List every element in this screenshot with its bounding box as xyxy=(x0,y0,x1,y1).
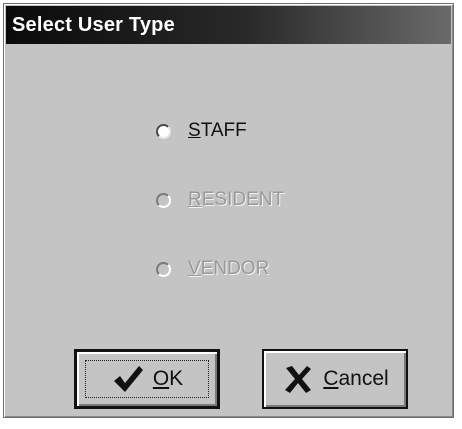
radio-option-staff[interactable]: STAFF xyxy=(156,117,284,186)
radio-button-staff[interactable] xyxy=(156,124,171,139)
cancel-button-label: Cancel xyxy=(323,367,388,391)
radio-label-staff[interactable]: STAFF xyxy=(188,117,247,145)
radio-button-vendor xyxy=(156,262,171,277)
label-rest-staff: TAFF xyxy=(200,120,247,141)
radio-button-resident xyxy=(156,193,171,208)
title-bar[interactable]: Select User Type xyxy=(6,6,451,44)
x-icon xyxy=(285,366,312,393)
user-type-radio-group: STAFF RESIDENT VENDOR xyxy=(156,117,284,324)
ok-button[interactable]: OK xyxy=(74,349,220,409)
radio-option-resident: RESIDENT xyxy=(156,186,284,255)
cancel-button[interactable]: Cancel xyxy=(262,349,408,409)
radio-label-resident: RESIDENT xyxy=(188,186,284,214)
label-rest-vendor: ENDOR xyxy=(200,258,270,279)
mnemonic-s: S xyxy=(188,120,201,141)
cancel-label-rest: ancel xyxy=(338,367,389,390)
mnemonic-c: C xyxy=(323,367,339,390)
select-user-type-dialog: Select User Type STAFF RESIDENT VENDOR O… xyxy=(3,3,454,418)
mnemonic-v: V xyxy=(188,258,201,279)
label-rest-resident: ESIDENT xyxy=(201,189,285,210)
radio-option-vendor: VENDOR xyxy=(156,255,284,324)
radio-label-vendor: VENDOR xyxy=(188,255,269,283)
dialog-title: Select User Type xyxy=(12,13,175,36)
mnemonic-r: R xyxy=(188,189,202,210)
focus-rectangle xyxy=(85,360,209,398)
